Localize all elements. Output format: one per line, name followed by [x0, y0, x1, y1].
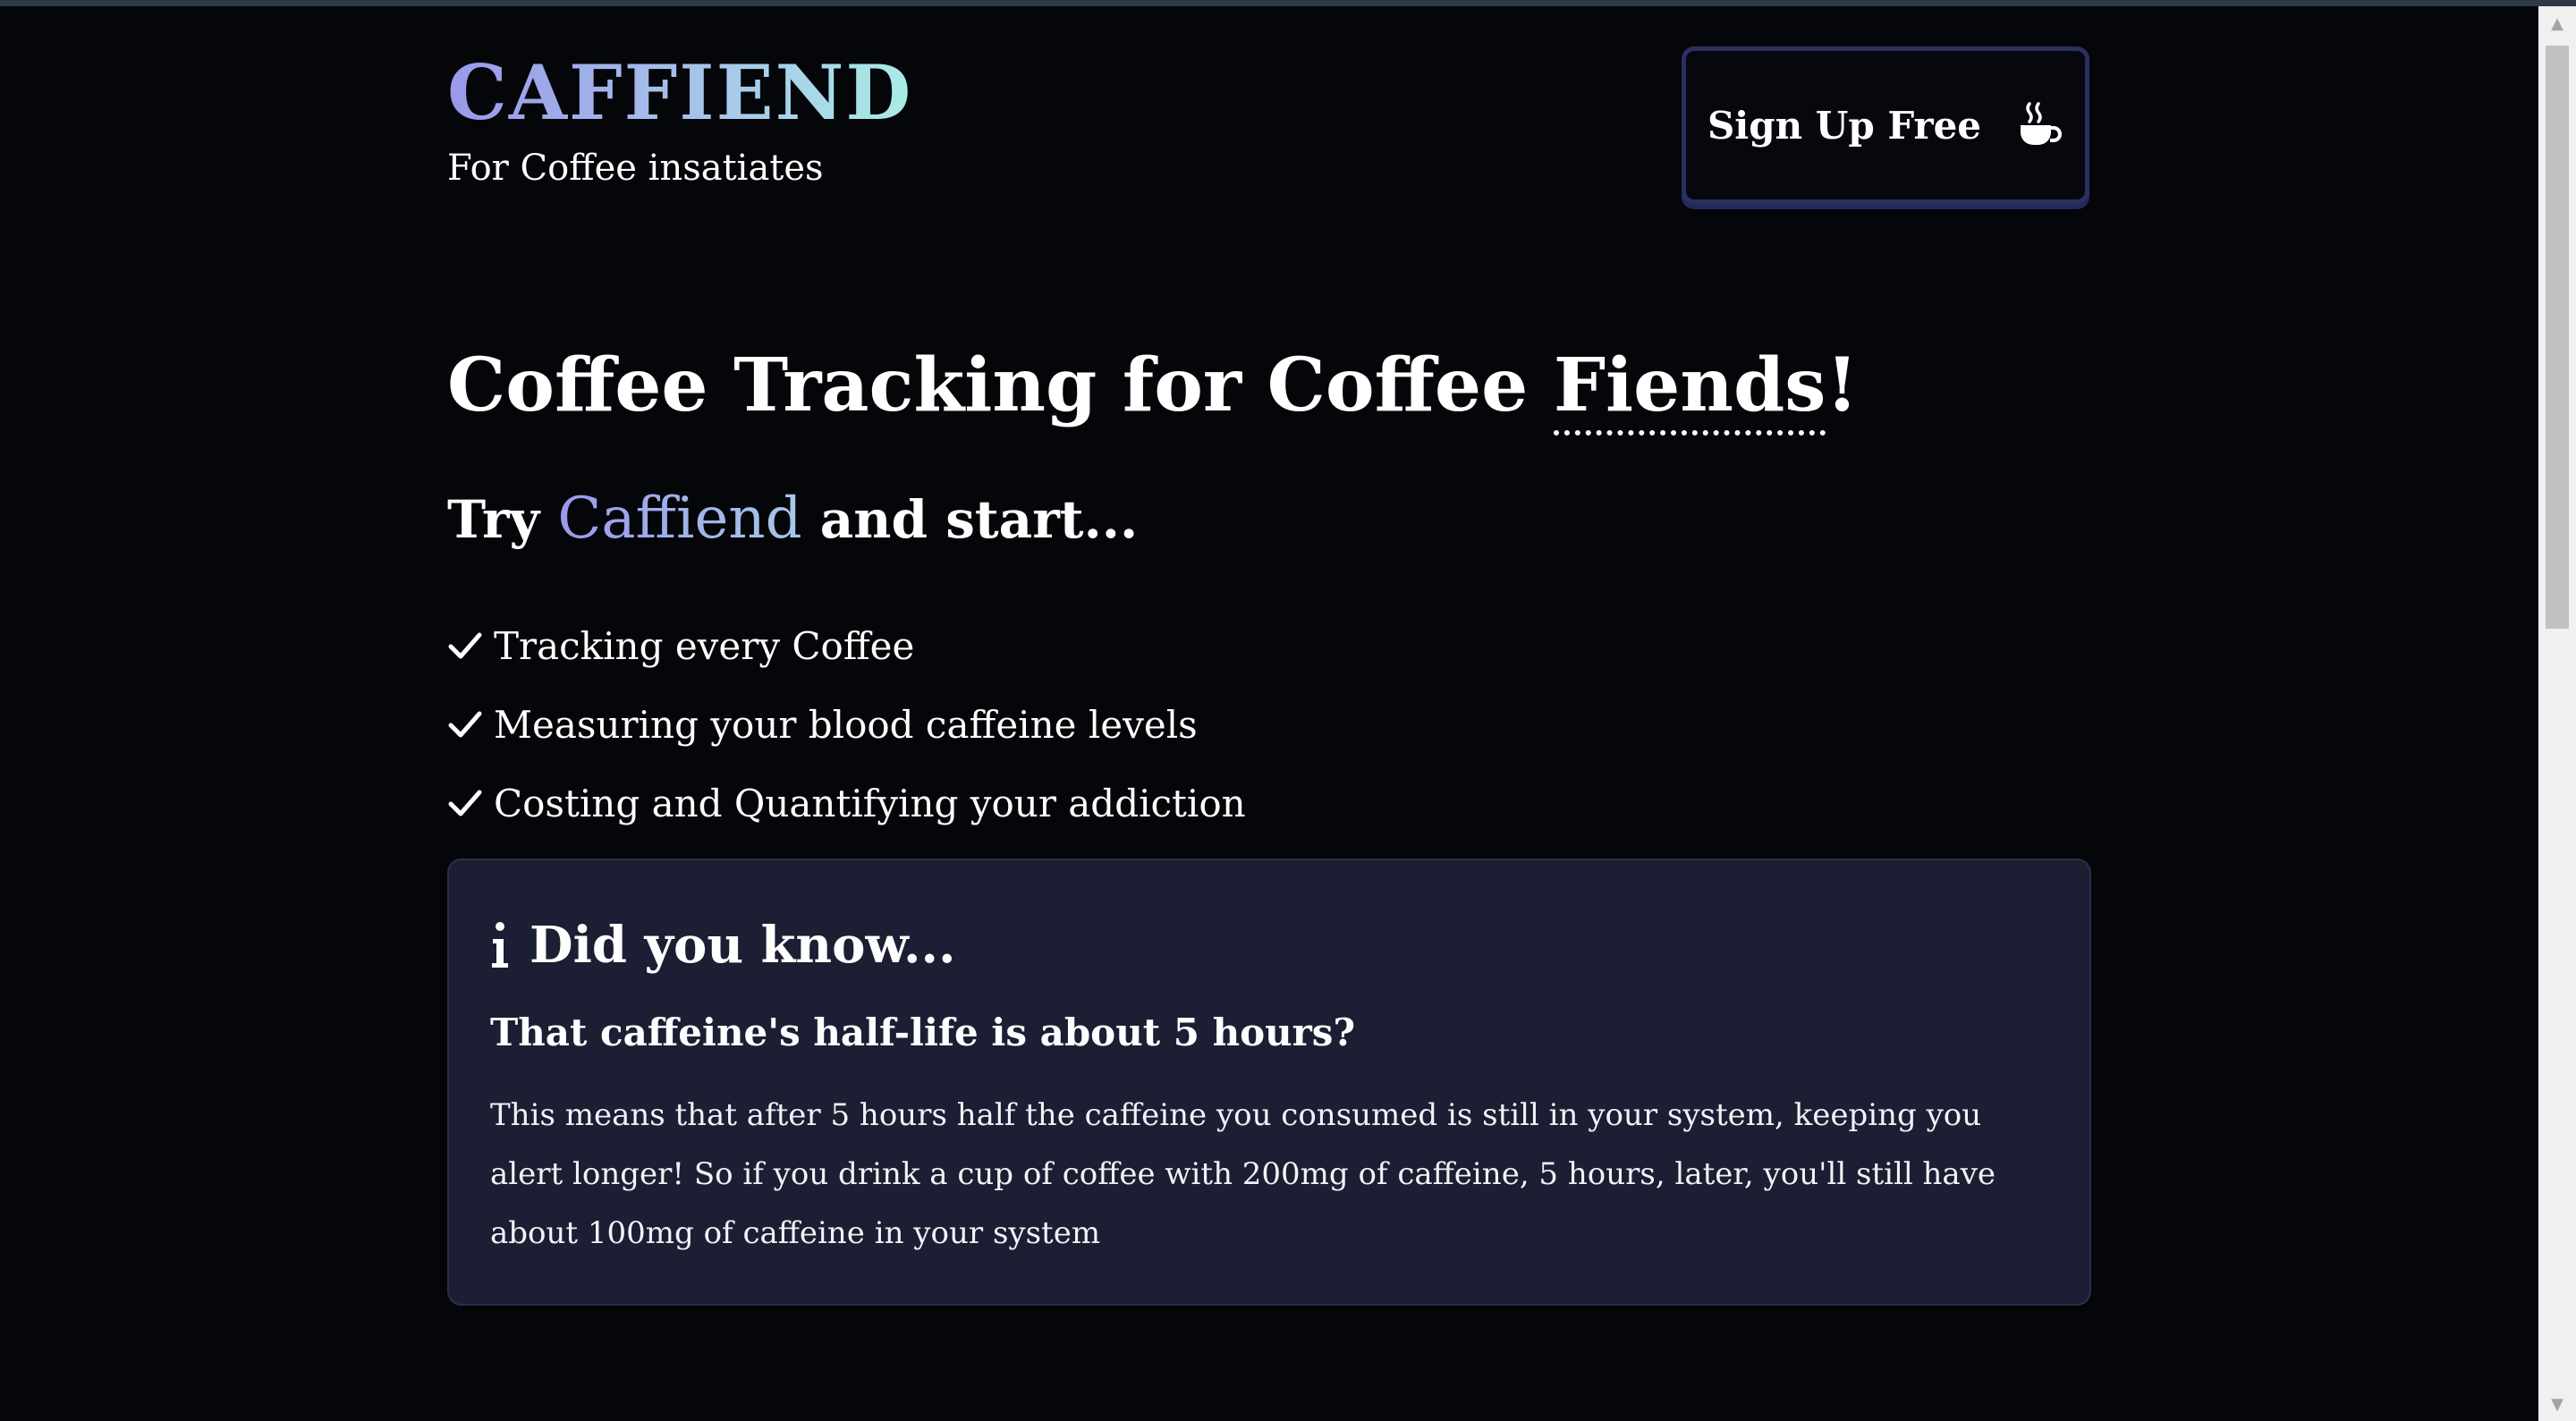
page-content: CAFFIEND For Coffee insatiates Sign Up F…: [447, 0, 2093, 1421]
feature-item: Tracking every Coffee: [447, 606, 1246, 685]
hero-title-emphasis: Fiends: [1553, 343, 1826, 436]
feature-label: Measuring your blood caffeine levels: [494, 702, 1198, 747]
scroll-up-arrow-icon[interactable]: ▲: [2538, 6, 2576, 40]
feature-label: Costing and Quantifying your addiction: [494, 781, 1246, 825]
hero-title-prefix: Coffee Tracking for Coffee: [447, 343, 1554, 428]
feature-list: Tracking every Coffee Measuring your blo…: [447, 606, 1246, 842]
feature-item: Costing and Quantifying your addiction: [447, 764, 1246, 842]
scrollbar-thumb[interactable]: [2546, 46, 2569, 629]
feature-label: Tracking every Coffee: [494, 623, 915, 668]
info-heading: Did you know...: [490, 916, 956, 975]
sign-up-label: Sign Up Free: [1707, 103, 1982, 148]
info-subheading: That caffeine's half-life is about 5 hou…: [490, 1011, 1356, 1054]
feature-item: Measuring your blood caffeine levels: [447, 685, 1246, 764]
hero-title-suffix: !: [1826, 343, 1859, 428]
coffee-mug-icon: [2017, 100, 2063, 150]
brand-tagline: For Coffee insatiates: [447, 148, 824, 189]
check-icon: [448, 711, 482, 738]
did-you-know-card: Did you know... That caffeine's half-lif…: [447, 859, 2091, 1306]
scroll-down-arrow-icon[interactable]: ▼: [2538, 1387, 2576, 1421]
hero-subtitle: Try Caffiend and start...: [447, 490, 1138, 547]
subtitle-suffix: and start...: [801, 489, 1139, 550]
info-heading-text: Did you know...: [530, 916, 956, 975]
check-icon: [448, 632, 482, 659]
sign-up-button[interactable]: Sign Up Free: [1682, 47, 2089, 204]
check-icon: [448, 790, 482, 816]
hero-title: Coffee Tracking for Coffee Fiends!: [447, 343, 1858, 436]
subtitle-prefix: Try: [447, 489, 558, 550]
vertical-scrollbar[interactable]: ▲ ▼: [2538, 6, 2576, 1421]
info-body: This means that after 5 hours half the c…: [490, 1097, 1996, 1251]
info-icon: [492, 922, 508, 968]
brand-logo[interactable]: CAFFIEND: [447, 55, 912, 131]
subtitle-brand: Caffiend: [557, 486, 802, 552]
